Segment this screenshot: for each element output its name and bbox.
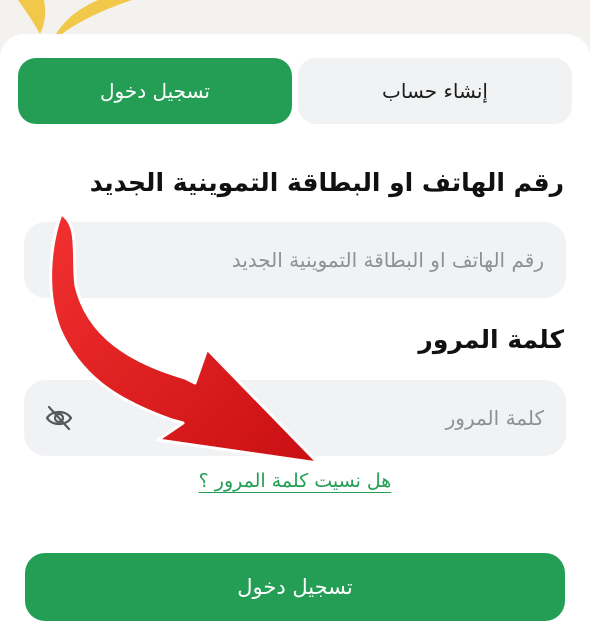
login-submit-label: تسجيل دخول (237, 575, 353, 599)
phone-field-container (24, 222, 566, 298)
auth-tabs: تسجيل دخول إنشاء حساب (18, 58, 572, 124)
tab-signup[interactable]: إنشاء حساب (298, 58, 572, 124)
tab-login-label: تسجيل دخول (100, 79, 210, 103)
phone-field-label: رقم الهاتف او البطاقة التموينية الجديد (89, 168, 564, 197)
tab-login[interactable]: تسجيل دخول (18, 58, 292, 124)
password-field-label: كلمة المرور (418, 325, 564, 354)
tab-signup-label: إنشاء حساب (382, 79, 488, 103)
password-field-container (24, 380, 566, 456)
forgot-password-link[interactable]: هل نسيت كلمة المرور ؟ (0, 470, 590, 492)
login-submit-button[interactable]: تسجيل دخول (25, 553, 565, 621)
logo-icon (18, 0, 132, 34)
eye-off-icon[interactable] (44, 404, 74, 432)
password-input[interactable] (24, 380, 566, 456)
phone-input[interactable] (24, 222, 566, 298)
